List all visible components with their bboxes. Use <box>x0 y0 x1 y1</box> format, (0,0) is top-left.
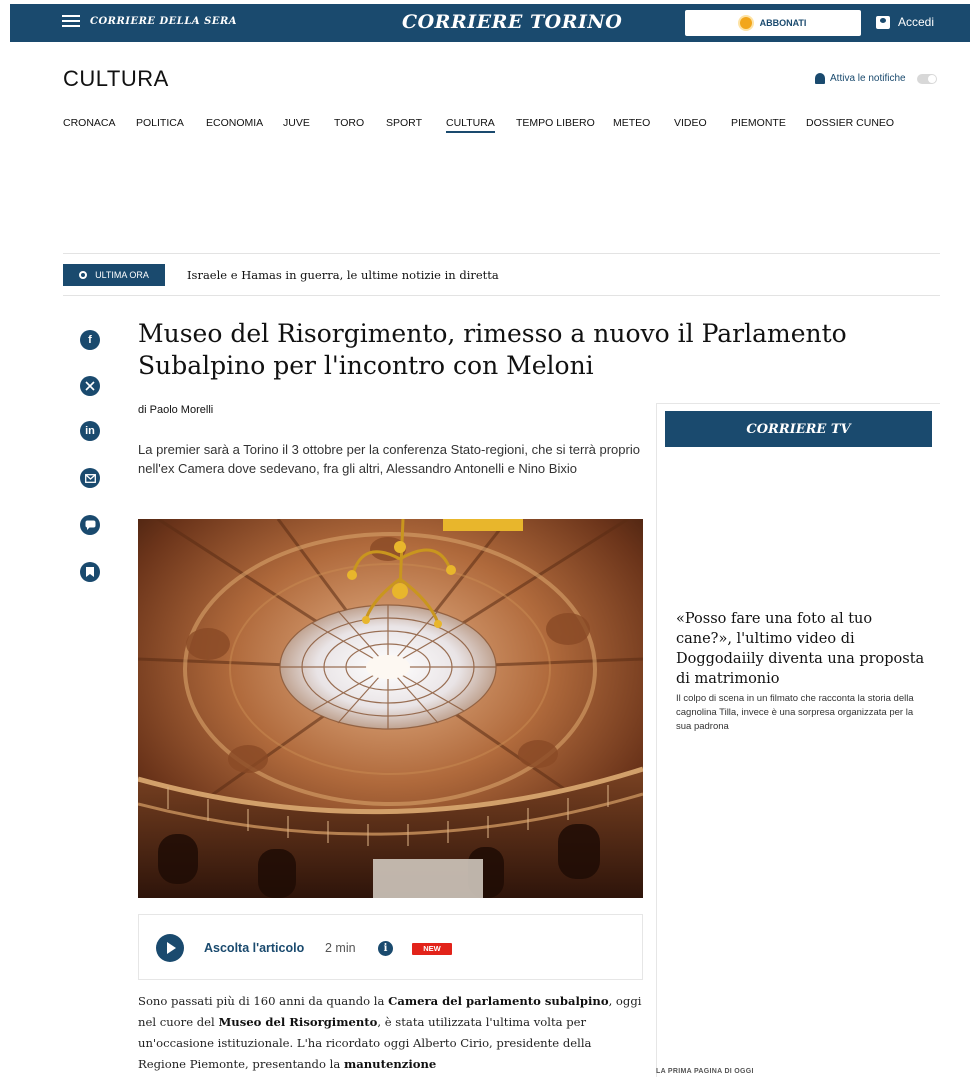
nav-item-piemonte[interactable]: PIEMONTE <box>731 117 786 129</box>
prima-pagina-label[interactable]: LA PRIMA PAGINA DI OGGI <box>656 1068 754 1075</box>
top-bar: CORRIERE DELLA SERA CORRIERE TORINO ABBO… <box>10 4 970 42</box>
nav-item-economia[interactable]: ECONOMIA <box>206 117 263 129</box>
subscribe-label: ABBONATI <box>759 18 807 28</box>
breaking-news-link[interactable]: Israele e Hamas in guerra, le ultime not… <box>187 268 499 282</box>
notifications-label: Attiva le notifiche <box>830 73 906 84</box>
audio-player: Ascolta l'articolo 2 min i NEW <box>138 914 643 980</box>
login-button[interactable]: Accedi <box>876 15 934 29</box>
article-headline: Museo del Risorgimento, rimesso a nuovo … <box>138 319 847 380</box>
body-text-bold: Camera del parlamento subalpino <box>388 994 609 1008</box>
article-body-paragraph: Sono passati più di 160 anni da quando l… <box>138 991 643 1075</box>
nav-item-sport[interactable]: SPORT <box>386 117 422 129</box>
divider <box>63 295 940 296</box>
new-badge: NEW <box>412 943 452 955</box>
x-icon[interactable] <box>80 376 100 396</box>
bookmark-icon[interactable] <box>80 562 100 582</box>
audio-duration: 2 min <box>325 941 356 955</box>
comment-icon[interactable] <box>80 515 100 535</box>
email-icon[interactable] <box>80 468 100 488</box>
nav-item-politica[interactable]: POLITICA <box>136 117 184 129</box>
body-text-bold: manutenzione <box>343 1057 437 1071</box>
live-dot-icon <box>79 271 88 279</box>
divider <box>63 253 940 254</box>
ultima-ora-badge[interactable]: ULTIMA ORA <box>63 264 165 286</box>
video-title-link[interactable]: «Posso fare una foto al tuo cane?», l'ul… <box>676 609 926 689</box>
corriere-della-sera-logo[interactable]: CORRIERE DELLA SERA <box>90 16 237 27</box>
play-icon[interactable] <box>156 934 184 962</box>
bell-icon <box>815 73 825 84</box>
sidebar-border <box>656 403 657 1077</box>
toggle-switch[interactable] <box>916 73 937 84</box>
sidebar-border <box>656 403 940 404</box>
section-title: CULTURA <box>63 66 169 91</box>
facebook-icon[interactable]: f <box>80 330 100 350</box>
nav-item-meteo[interactable]: METEO <box>613 117 650 129</box>
body-text-segment: Sono passati più di 160 anni da quando l… <box>138 994 389 1008</box>
ultima-ora-label: ULTIMA ORA <box>95 270 149 280</box>
user-icon <box>876 15 890 29</box>
hamburger-icon[interactable] <box>62 14 80 28</box>
article-byline[interactable]: di Paolo Morelli <box>138 404 213 416</box>
corriere-tv-header[interactable]: CORRIERE TV <box>665 411 932 447</box>
nav-item-dossier-cuneo[interactable]: DOSSIER CUNEO <box>806 117 894 129</box>
nav-item-juve[interactable]: JUVE <box>283 117 310 129</box>
info-icon[interactable]: i <box>378 941 393 956</box>
nav-item-cultura[interactable]: CULTURA <box>446 117 495 133</box>
nav-item-cronaca[interactable]: CRONACA <box>63 117 116 129</box>
video-description: Il colpo di scena in un filmato che racc… <box>676 693 914 732</box>
body-text-bold: Museo del Risorgimento <box>218 1015 378 1029</box>
login-label: Accedi <box>898 15 935 29</box>
article-hero-image[interactable] <box>138 519 643 898</box>
sun-icon <box>739 17 752 29</box>
menu-button[interactable]: CORRIERE DELLA SERA <box>62 14 237 28</box>
nav-item-video[interactable]: VIDEO <box>674 117 707 129</box>
subscribe-button[interactable]: ABBONATI <box>685 10 861 36</box>
listen-article-label[interactable]: Ascolta l'articolo <box>204 941 304 955</box>
article-summary: La premier sarà a Torino il 3 ottobre pe… <box>138 442 640 476</box>
linkedin-icon[interactable]: in <box>80 421 100 441</box>
nav-item-tempo-libero[interactable]: TEMPO LIBERO <box>516 117 595 129</box>
notifications-toggle[interactable]: Attiva le notifiche <box>815 73 937 84</box>
nav-item-toro[interactable]: TORO <box>334 117 364 129</box>
site-logo[interactable]: CORRIERE TORINO <box>402 11 622 33</box>
